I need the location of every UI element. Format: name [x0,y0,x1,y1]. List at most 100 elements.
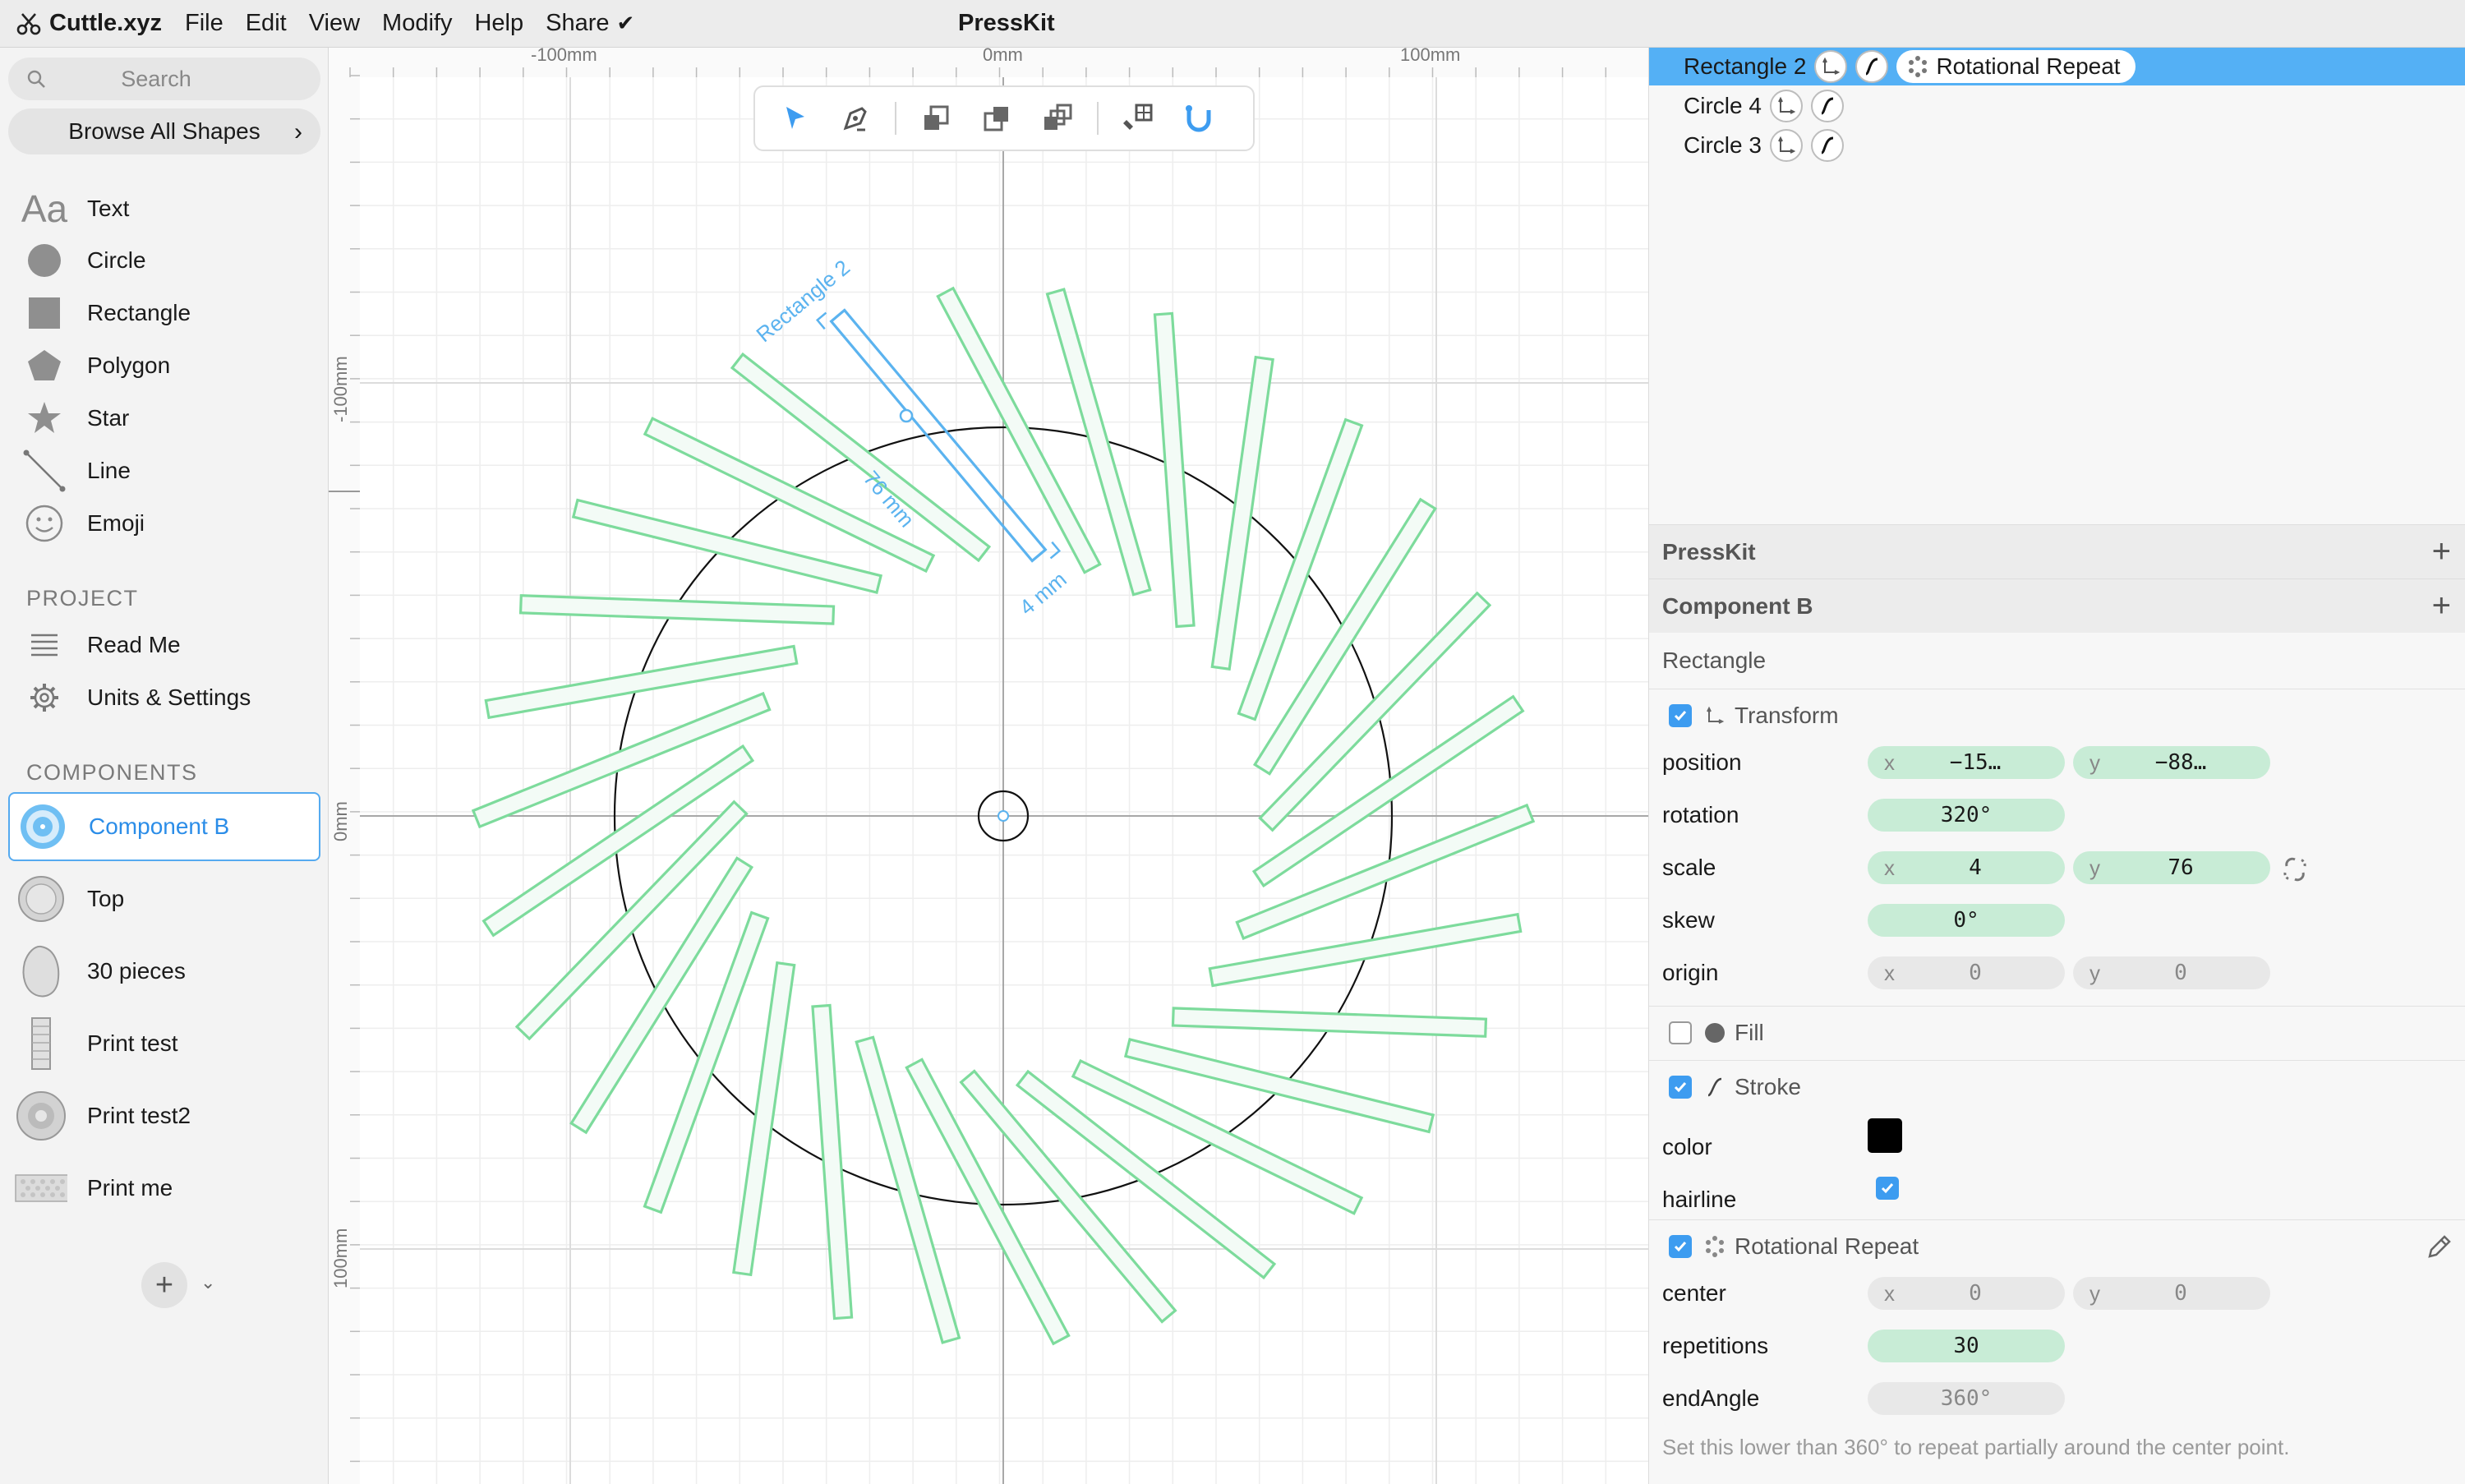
layer-row-circle-4[interactable]: Circle 4 [1649,87,2465,125]
design-canvas[interactable]: -100mm 0mm 100mm -100mm 0mm 100mm Rectan… [329,48,1648,1484]
app-name[interactable]: Cuttle.xyz [49,10,162,37]
end-angle-field[interactable]: 360° [1868,1382,2065,1415]
canvas-drawing[interactable]: -100mm 0mm 100mm -100mm 0mm 100mm Rectan… [329,48,1648,1484]
repeat-rectangle-instance[interactable] [811,1003,854,1320]
center-y-field[interactable]: y 0 [2073,1277,2270,1310]
document-title[interactable]: PressKit [958,10,1055,37]
30-pieces-thumbnail-icon [15,945,67,998]
project-item-read-me[interactable]: Read Me [0,620,329,670]
select-tool-button[interactable] [773,97,816,140]
shape-item-emoji[interactable]: Emoji [0,499,329,548]
component-item-component-b[interactable]: Component B [8,792,320,861]
pencil-edit-icon[interactable] [2425,1232,2454,1261]
component-item-print-me[interactable]: Print me [8,1154,320,1223]
bring-forward-button[interactable] [915,97,957,140]
shape-item-rectangle[interactable]: Rectangle [0,288,329,338]
pen-tool-button[interactable] [834,97,877,140]
repetitions-field[interactable]: 30 [1868,1330,2065,1362]
scale-x-value: 4 [1969,855,1982,880]
component-item-print-test2[interactable]: Print test2 [8,1081,320,1150]
cuttle-logo-icon[interactable] [15,10,43,38]
star-icon [20,394,69,443]
menu-edit[interactable]: Edit [246,10,287,37]
repeat-rectangle-instance[interactable] [518,594,836,625]
rectangle-2-handle[interactable] [899,408,914,423]
component-item-print-test[interactable]: Print test [8,1009,320,1078]
stroke-color-swatch[interactable] [1868,1118,1902,1153]
search-icon [27,70,45,88]
hairline-checkbox[interactable] [1876,1177,1899,1200]
boolean-tool-button[interactable] [1117,97,1159,140]
position-y-field[interactable]: y −88… [2073,746,2270,779]
scale-y-field[interactable]: y 76 [2073,851,2270,884]
shape-item-star[interactable]: Star [0,394,329,443]
menu-share[interactable]: Share [546,10,609,37]
toolbar-divider [895,102,896,135]
menu-view[interactable]: View [309,10,360,37]
menu-modify[interactable]: Modify [382,10,452,37]
shape-item-circle[interactable]: Circle [0,236,329,285]
repeat-rectangle-instance[interactable] [1210,355,1274,671]
browse-all-shapes-button[interactable]: Browse All Shapes › [8,108,320,154]
chevron-down-icon[interactable]: ⌄ [200,1272,215,1293]
rotation-field[interactable]: 320° [1868,799,2065,832]
stroke-badge-icon[interactable] [1810,129,1844,162]
component-label: Print test2 [87,1103,191,1128]
shape-item-polygon[interactable]: Polygon [0,341,329,390]
fill-circle-icon [1703,1021,1726,1044]
rotational-repeat-checkbox[interactable] [1669,1234,1692,1258]
origin-y-value: 0 [2174,961,2187,985]
menubar: Cuttle.xyz File Edit View Modify Help Sh… [0,0,2465,48]
search-input[interactable] [8,58,320,100]
magnet-grid-icon [1123,104,1153,130]
center-handle[interactable] [998,810,1009,822]
shape-item-line[interactable]: Line [0,446,329,495]
add-parameter-plus-icon[interactable]: + [2432,533,2451,570]
origin-x-field[interactable]: x 0 [1868,956,2065,989]
send-backward-button[interactable] [975,97,1018,140]
arrange-button[interactable] [1036,97,1079,140]
unlinked-chain-icon[interactable] [2280,855,2310,884]
rotational-repeat-title: Rotational Repeat [1735,1233,1919,1259]
fill-checkbox[interactable] [1669,1021,1692,1044]
inspector-project-header[interactable]: PressKit + [1649,524,2465,578]
add-parameter-plus-icon[interactable]: + [2432,588,2451,624]
origin-y-field[interactable]: y 0 [2073,956,2270,989]
menu-file[interactable]: File [185,10,223,37]
repetitions-value: 30 [1953,1334,1979,1358]
inspector-component-header[interactable]: Component B + [1649,578,2465,633]
repeat-rectangle-instance[interactable] [1153,311,1196,629]
component-item-top[interactable]: Top [8,864,320,933]
repeat-rectangle-instance[interactable] [732,961,796,1277]
scale-label: scale [1662,855,1716,880]
transform-badge-icon[interactable] [1769,90,1803,122]
fill-title: Fill [1735,1019,1764,1045]
layer-row-rectangle-2[interactable]: Rectangle 2 Rotational Repeat [1649,48,2465,85]
transform-checkbox[interactable] [1669,703,1692,727]
add-component-button[interactable]: + [141,1262,187,1308]
shape-item-text[interactable]: Aa Text [0,184,329,233]
search-box[interactable] [8,58,320,100]
origin-x-value: 0 [1969,961,1982,985]
transform-badge-icon[interactable] [1814,50,1848,83]
repeat-rectangle-instance[interactable] [1171,1007,1488,1038]
stroke-badge-icon[interactable] [1855,50,1889,83]
menu-help[interactable]: Help [474,10,523,37]
shape-label: Polygon [87,353,171,378]
transform-badge-icon[interactable] [1769,129,1803,162]
repeat-rectangle-instance[interactable] [855,1035,961,1344]
component-item-30-pieces[interactable]: 30 pieces [8,937,320,1006]
project-item-units-settings[interactable]: Units & Settings [0,673,329,722]
stroke-color-label: color [1662,1134,1712,1159]
stroke-checkbox[interactable] [1669,1075,1692,1099]
snapping-toggle-button[interactable] [1177,97,1220,140]
center-x-field[interactable]: x 0 [1868,1277,2065,1310]
position-x-field[interactable]: x −15… [1868,746,2065,779]
scale-x-field[interactable]: x 4 [1868,851,2065,884]
skew-field[interactable]: 0° [1868,904,2065,937]
stroke-badge-icon[interactable] [1810,90,1844,122]
rotational-repeat-pill[interactable]: Rotational Repeat [1896,50,2136,83]
repeat-rectangle-instance[interactable] [1071,1058,1364,1215]
layer-row-circle-3[interactable]: Circle 3 [1649,127,2465,164]
ruler-top-label: 100mm [1400,48,1460,65]
